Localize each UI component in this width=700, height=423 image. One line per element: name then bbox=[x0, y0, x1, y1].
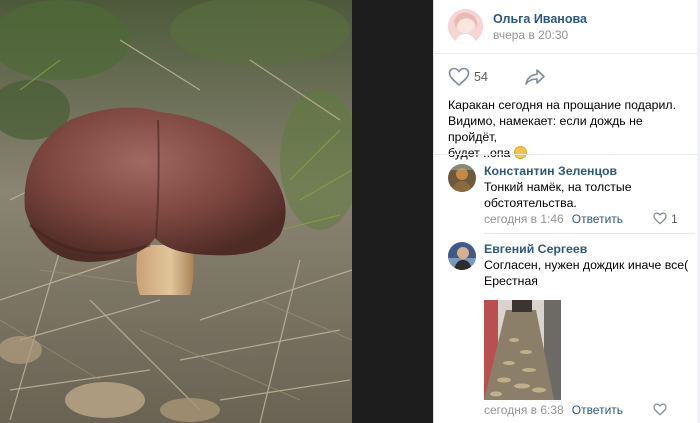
comment-text-line: обстоятельства. bbox=[484, 196, 577, 210]
comment-like-button[interactable]: 1 bbox=[653, 212, 683, 226]
post-text-line-end: будет ..опа bbox=[448, 146, 511, 160]
comment-like-count: 1 bbox=[671, 212, 678, 226]
viewer-background bbox=[352, 0, 433, 423]
comment-text: Согласен, нужен дождик иначе все( Ерестн… bbox=[484, 257, 689, 289]
reply-button[interactable]: Ответить bbox=[572, 403, 623, 417]
comment-author[interactable]: Константин Зеленцов bbox=[484, 164, 617, 178]
author-name[interactable]: Ольга Иванова bbox=[493, 12, 587, 26]
comment-text: Тонкий намёк, на толстые обстоятельства. bbox=[484, 179, 689, 211]
reply-button[interactable]: Ответить bbox=[572, 212, 623, 226]
comment-timestamp[interactable]: сегодня в 1:46 bbox=[484, 212, 564, 226]
comment-timestamp[interactable]: сегодня в 6:38 bbox=[484, 403, 564, 417]
comment-text-line: Ерестная bbox=[484, 274, 538, 288]
avatar[interactable] bbox=[448, 242, 476, 270]
comment-like-button[interactable] bbox=[653, 403, 683, 417]
heart-icon bbox=[653, 403, 667, 416]
comment-attached-photo[interactable] bbox=[484, 300, 561, 400]
post-actions: 54 bbox=[448, 67, 688, 89]
avatar[interactable] bbox=[448, 164, 476, 192]
comment-meta: сегодня в 6:38 Ответить bbox=[484, 403, 623, 417]
divider bbox=[434, 53, 697, 54]
post-text: Каракан сегодня на прощание подарил. Вид… bbox=[448, 97, 688, 161]
like-count: 54 bbox=[474, 70, 488, 84]
photo-viewer bbox=[0, 0, 433, 423]
divider bbox=[434, 154, 697, 155]
share-arrow-icon[interactable] bbox=[524, 68, 546, 86]
comment: Константин Зеленцов Тонкий намёк, на тол… bbox=[448, 164, 693, 230]
avatar[interactable] bbox=[448, 9, 483, 44]
divider bbox=[484, 233, 695, 234]
comment-text-line: Тонкий намёк, на толстые bbox=[484, 180, 632, 194]
heart-icon[interactable] bbox=[448, 67, 470, 87]
post-sidebar: Ольга Иванова вчера в 20:30 54 Каракан с… bbox=[433, 0, 700, 423]
comment-author[interactable]: Евгений Сергеев bbox=[484, 242, 587, 256]
mushroom-photo[interactable] bbox=[0, 0, 352, 423]
post-text-line: будет ..опа bbox=[448, 145, 688, 161]
post-text-line: Каракан сегодня на прощание подарил. bbox=[448, 98, 676, 112]
comment-text-line: Согласен, нужен дождик иначе все( bbox=[484, 258, 689, 272]
post-timestamp[interactable]: вчера в 20:30 bbox=[493, 28, 568, 42]
post-text-line: Видимо, намекает: если дождь не пройдёт, bbox=[448, 114, 643, 144]
heart-icon bbox=[653, 212, 667, 225]
laughing-emoji-icon bbox=[513, 146, 527, 159]
comment-meta: сегодня в 1:46 Ответить bbox=[484, 212, 623, 226]
post-author: Ольга Иванова вчера в 20:30 bbox=[448, 9, 693, 45]
comment: Евгений Сергеев Согласен, нужен дождик и… bbox=[448, 242, 693, 420]
